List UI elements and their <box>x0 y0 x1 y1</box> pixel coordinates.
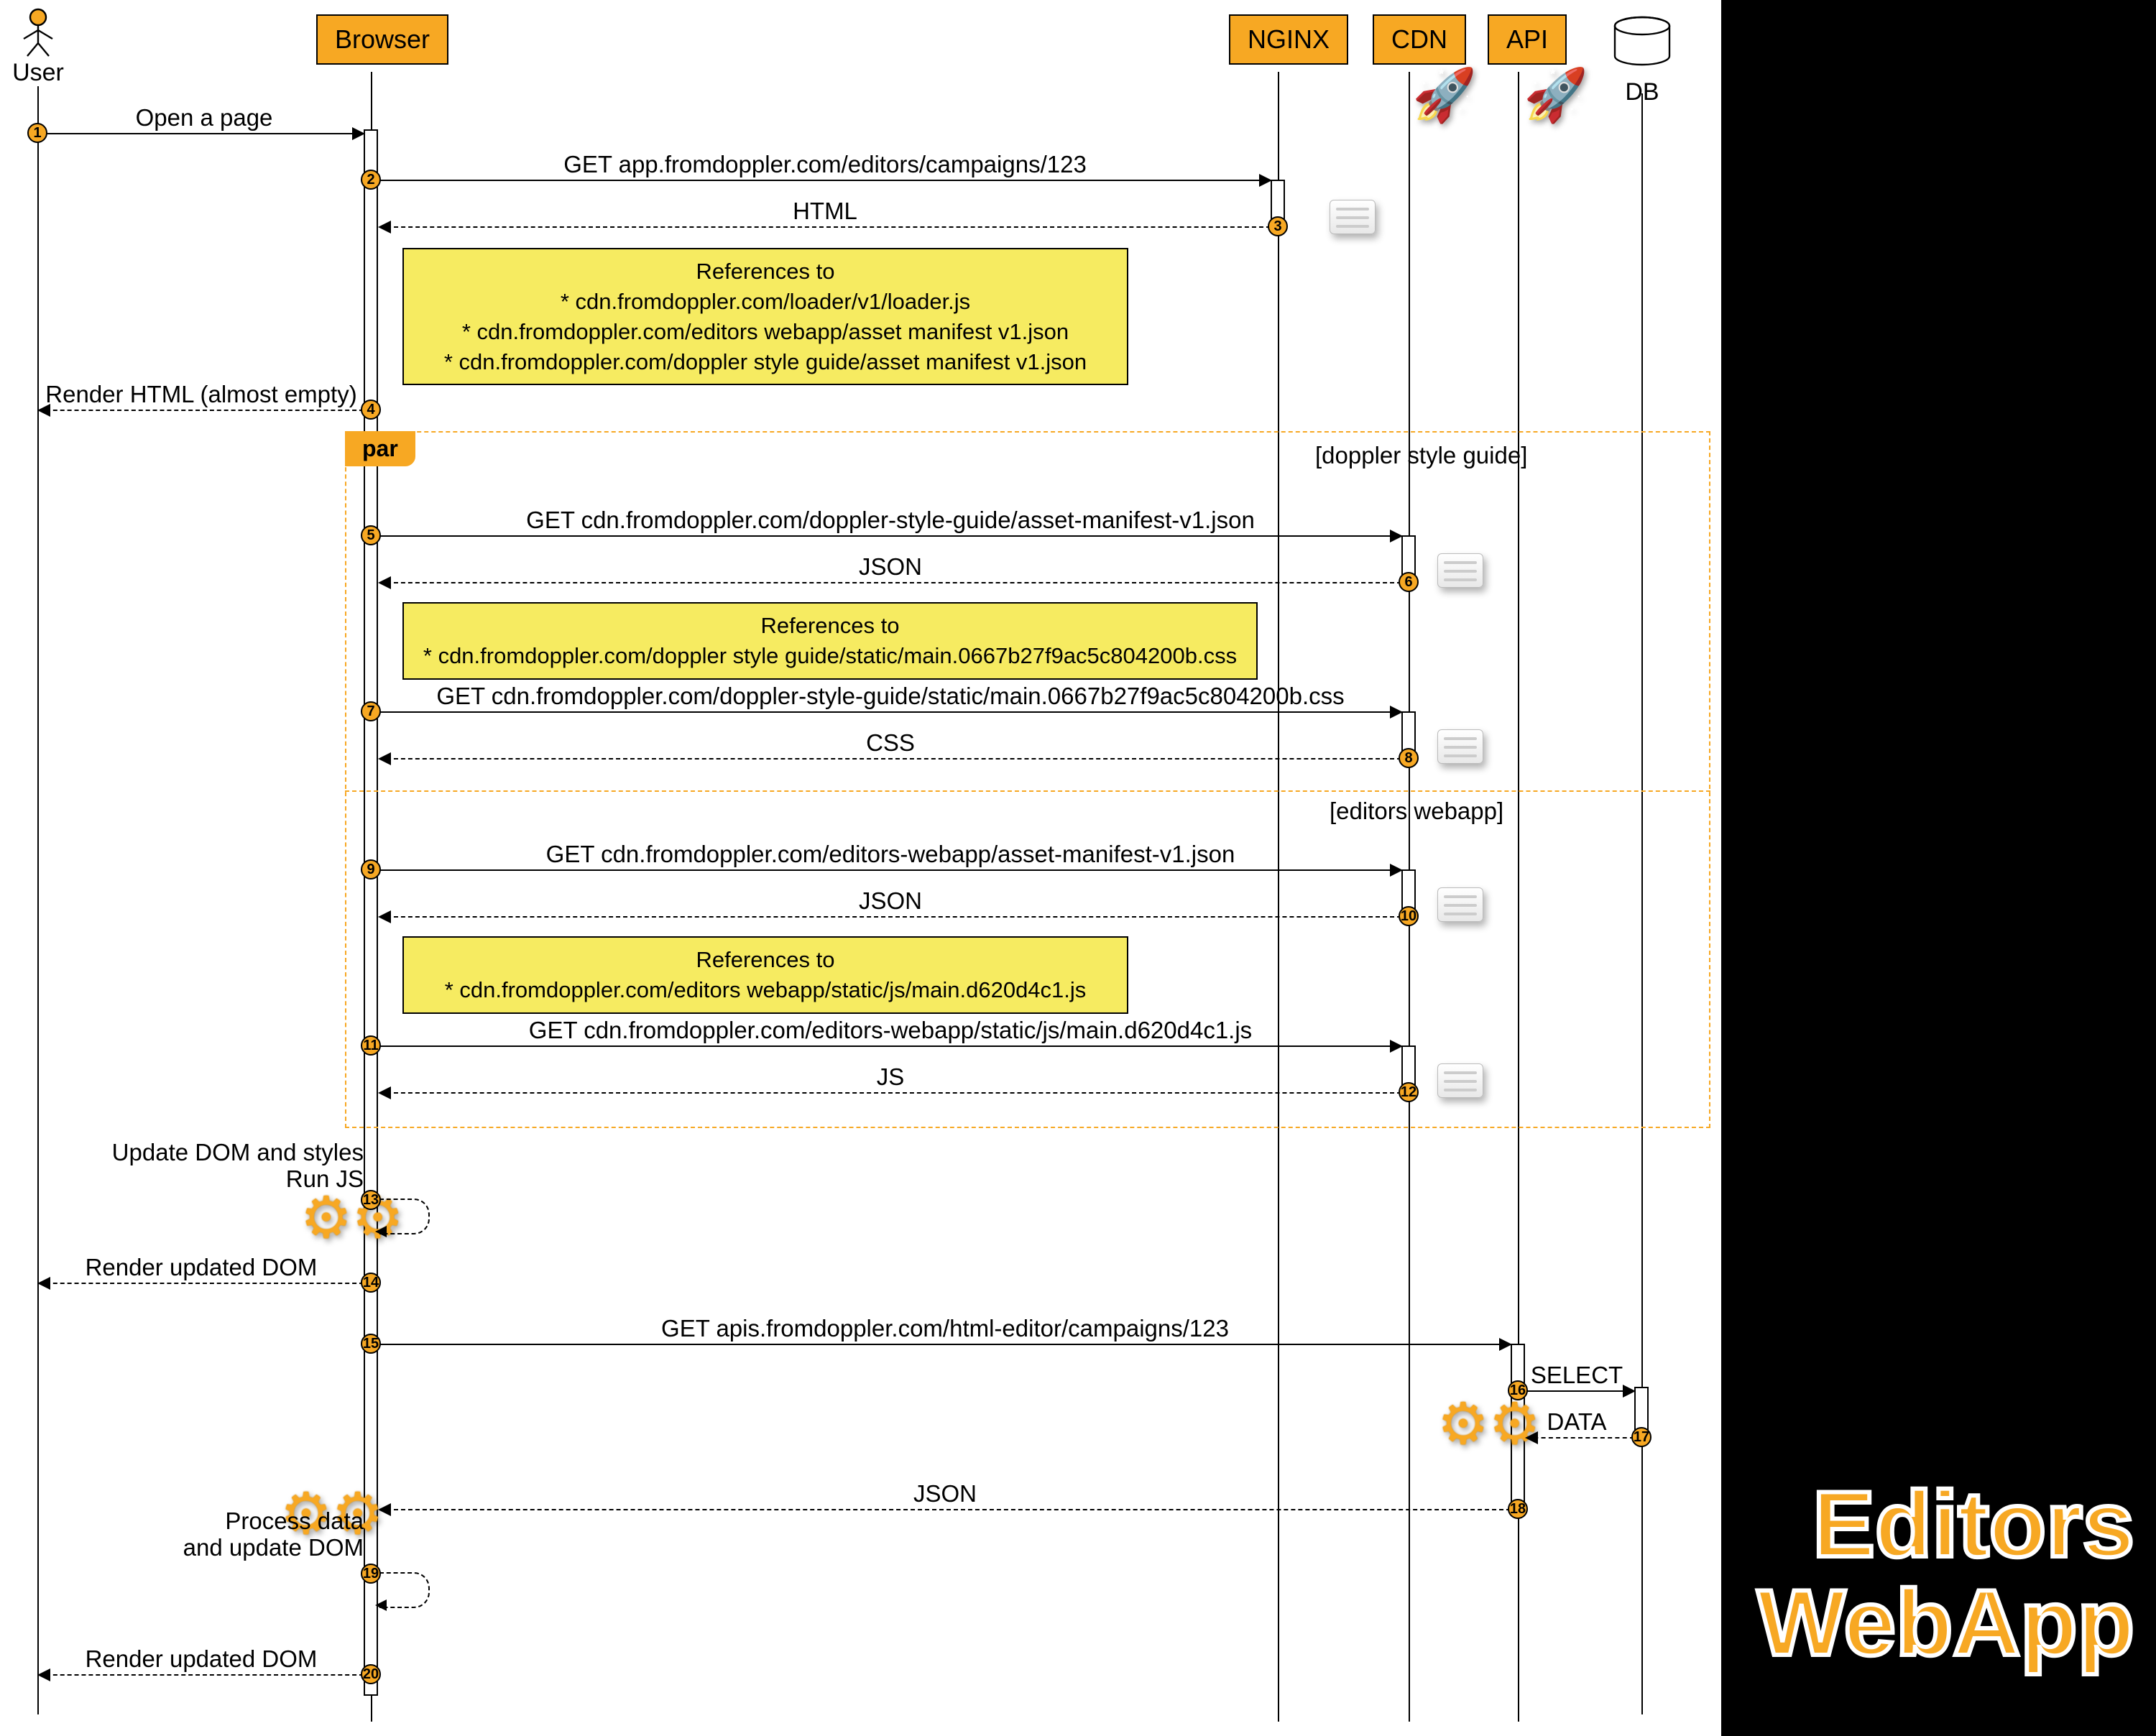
step-8: 8 <box>1399 748 1419 768</box>
msg-render-html-empty: Render HTML (almost empty) <box>39 410 364 411</box>
participant-cdn: CDN <box>1373 14 1466 65</box>
step-9: 9 <box>361 859 381 879</box>
label-process-data: Process data <box>43 1508 364 1535</box>
step-6: 6 <box>1399 572 1419 592</box>
document-icon <box>1330 200 1376 234</box>
msg-get-app: GET app.fromdoppler.com/editors/campaign… <box>379 180 1271 181</box>
par-label: par <box>345 431 415 466</box>
arrow-right-icon <box>1623 1385 1636 1398</box>
arrow-left-icon <box>37 1668 50 1681</box>
step-7: 7 <box>361 701 381 721</box>
msg-json-ew: JSON <box>379 916 1401 918</box>
step-19: 19 <box>361 1564 381 1584</box>
arrow-left-icon <box>375 1599 387 1611</box>
msg-render-updated-dom1: Render updated DOM <box>39 1283 364 1284</box>
lifeline-user <box>37 86 39 1714</box>
diagram-title: Editors WebApp <box>1757 1475 2134 1671</box>
step-11: 11 <box>361 1035 381 1056</box>
msg-get-api: GET apis.fromdoppler.com/html-editor/cam… <box>379 1344 1511 1345</box>
par-guard-1: [doppler style guide] <box>1315 442 1527 469</box>
arrow-left-icon <box>1525 1431 1538 1444</box>
arrow-right-icon <box>1390 1040 1403 1053</box>
user-icon <box>7 7 69 57</box>
arrow-right-icon <box>1390 864 1403 877</box>
step-18: 18 <box>1508 1499 1528 1519</box>
arrow-left-icon <box>378 576 391 589</box>
step-5: 5 <box>361 525 381 545</box>
arrow-right-icon <box>1259 174 1272 187</box>
arrow-left-icon <box>375 1226 387 1237</box>
title-line1: Editors <box>1812 1472 2134 1576</box>
msg-render-updated-dom2: Render updated DOM <box>39 1674 364 1676</box>
arrow-right-icon <box>1390 706 1403 719</box>
note-ew-refs: References to * cdn.fromdoppler.com/edit… <box>402 936 1128 1014</box>
step-20: 20 <box>361 1664 381 1684</box>
document-icon <box>1437 553 1483 588</box>
msg-json-sg: JSON <box>379 582 1401 583</box>
document-icon <box>1437 1063 1483 1098</box>
database-icon <box>1610 16 1674 75</box>
participant-api: API <box>1488 14 1567 65</box>
actor-user: User <box>7 7 69 87</box>
rocket-icon: 🚀 <box>1412 65 1477 126</box>
rocket-icon: 🚀 <box>1524 65 1588 126</box>
msg-css: CSS <box>379 758 1401 760</box>
self-loop <box>379 1572 430 1608</box>
step-4: 4 <box>361 400 381 420</box>
step-15: 15 <box>361 1334 381 1354</box>
arrow-left-icon <box>378 910 391 923</box>
msg-get-css: GET cdn.fromdoppler.com/doppler-style-gu… <box>379 711 1401 713</box>
msg-get-sg-manifest: GET cdn.fromdoppler.com/doppler-style-gu… <box>379 535 1401 537</box>
arrow-right-icon <box>1390 530 1403 542</box>
msg-data: DATA <box>1526 1437 1634 1439</box>
note-html-refs: References to * cdn.fromdoppler.com/load… <box>402 248 1128 385</box>
document-icon <box>1437 887 1483 922</box>
arrow-right-icon <box>352 127 365 140</box>
step-14: 14 <box>361 1273 381 1293</box>
sequence-diagram: User Browser NGINX CDN API DB 🚀 🚀 <box>0 0 1721 1736</box>
msg-js: JS <box>379 1092 1401 1094</box>
step-12: 12 <box>1399 1082 1419 1102</box>
par-guard-2: [editors webapp] <box>1330 798 1503 825</box>
msg-json-api: JSON <box>379 1509 1511 1510</box>
step-13: 13 <box>361 1190 381 1210</box>
arrow-right-icon <box>1499 1338 1512 1351</box>
title-strip: Editors WebApp <box>1721 0 2156 1736</box>
label-update-dom2: and update DOM <box>43 1534 364 1561</box>
step-1: 1 <box>27 123 47 143</box>
arrow-left-icon <box>378 1086 391 1099</box>
msg-select: SELECT <box>1526 1390 1634 1392</box>
step-10: 10 <box>1399 906 1419 926</box>
self-loop <box>379 1199 430 1234</box>
msg-get-ew-manifest: GET cdn.fromdoppler.com/editors-webapp/a… <box>379 869 1401 871</box>
msg-open-page: Open a page <box>45 133 364 134</box>
par-divider <box>345 790 1710 792</box>
msg-html: HTML <box>379 226 1271 228</box>
arrow-left-icon <box>37 404 50 417</box>
participant-browser: Browser <box>316 14 448 65</box>
arrow-left-icon <box>37 1277 50 1290</box>
note-sg-refs: References to * cdn.fromdoppler.com/dopp… <box>402 602 1258 680</box>
step-17: 17 <box>1631 1427 1651 1447</box>
title-line2: WebApp <box>1757 1570 2134 1675</box>
step-2: 2 <box>361 170 381 190</box>
participant-nginx: NGINX <box>1229 14 1348 65</box>
step-3: 3 <box>1268 216 1288 236</box>
arrow-left-icon <box>378 752 391 765</box>
arrow-left-icon <box>378 221 391 234</box>
msg-get-js: GET cdn.fromdoppler.com/editors-webapp/s… <box>379 1045 1401 1047</box>
label-update-dom: Update DOM and styles <box>43 1139 364 1166</box>
document-icon <box>1437 729 1483 764</box>
user-label: User <box>7 59 69 87</box>
